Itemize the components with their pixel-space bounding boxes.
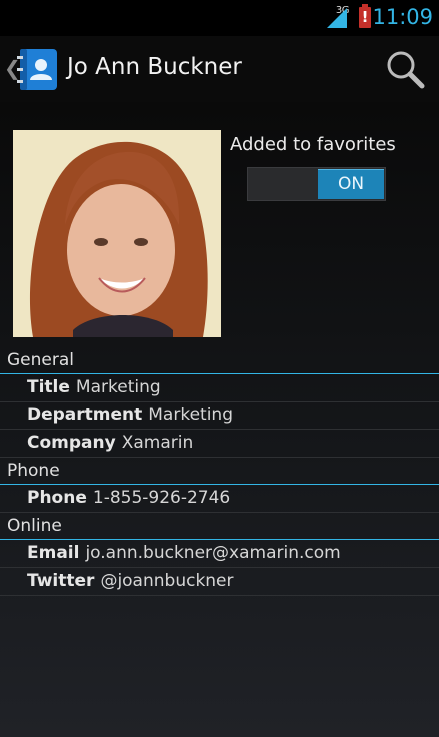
detail-value: Xamarin (121, 433, 194, 453)
contact-photo (13, 130, 221, 337)
section-online-header: Online (0, 514, 439, 540)
detail-row-department: Department Marketing (0, 402, 439, 430)
favorite-label: Added to favorites (230, 134, 396, 155)
detail-value: @joannbuckner (100, 571, 234, 591)
detail-row-title: Title Marketing (0, 374, 439, 402)
detail-row-email[interactable]: Email jo.ann.buckner@xamarin.com (0, 540, 439, 568)
battery-alert-icon: ! (359, 4, 371, 28)
status-bar: 3G ! 11:09 (0, 0, 439, 36)
detail-value: Marketing (75, 377, 161, 397)
detail-row-company: Company Xamarin (0, 430, 439, 458)
action-bar: ❮ Jo Ann Buckner (0, 36, 439, 102)
contact-details: Added to favorites ON General Title Marke… (0, 102, 439, 737)
detail-value: 1-855-926-2746 (92, 488, 231, 508)
detail-key: Twitter (27, 571, 95, 591)
toggle-on-label: ON (318, 169, 384, 199)
detail-value: jo.ann.buckner@xamarin.com (85, 543, 341, 563)
contact-name-title: Jo Ann Buckner (67, 54, 242, 80)
detail-key: Phone (27, 488, 87, 508)
section-general-header: General (0, 348, 439, 374)
detail-key: Department (27, 405, 143, 425)
section-phone-header: Phone (0, 459, 439, 485)
detail-row-twitter[interactable]: Twitter @joannbuckner (0, 568, 439, 596)
signal-icon (327, 8, 347, 28)
detail-key: Company (27, 433, 116, 453)
detail-key: Email (27, 543, 80, 563)
clock: 11:09 (372, 5, 433, 29)
detail-key: Title (27, 377, 70, 397)
detail-row-phone[interactable]: Phone 1-855-926-2746 (0, 485, 439, 513)
search-icon[interactable] (385, 49, 425, 89)
contacts-book-icon[interactable] (17, 48, 60, 91)
detail-value: Marketing (148, 405, 233, 425)
favorite-toggle[interactable]: ON (247, 167, 386, 201)
